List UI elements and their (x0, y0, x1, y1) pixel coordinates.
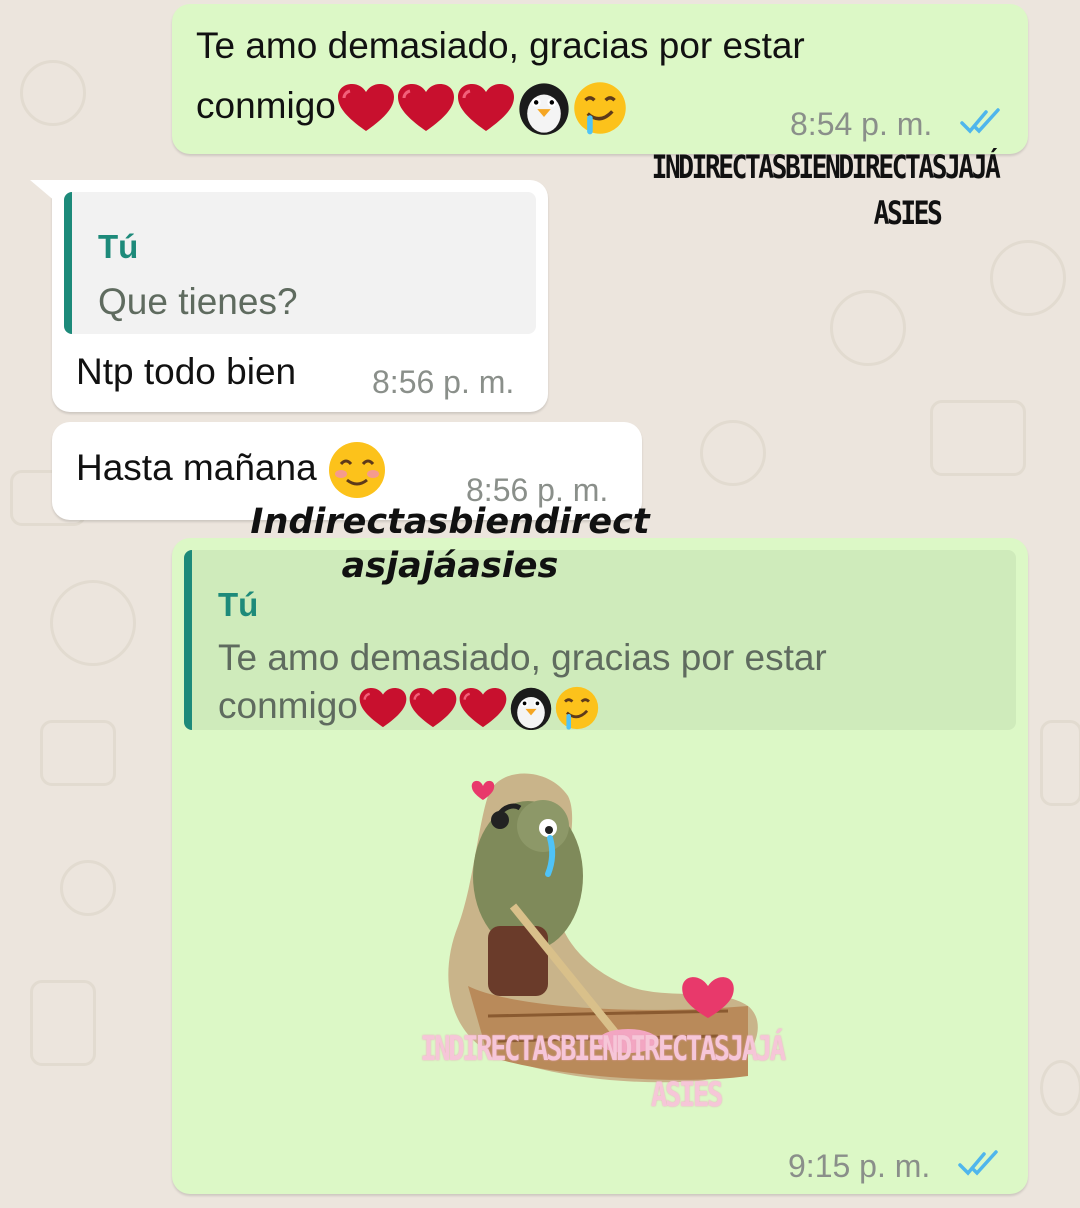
drooling-face-icon (572, 80, 628, 136)
red-heart-icon (396, 83, 456, 133)
read-double-check-icon (960, 108, 1004, 136)
message-time: 8:54 p. m. (790, 106, 933, 142)
wallpaper-doodle (40, 720, 116, 786)
wallpaper-doodle (50, 580, 136, 666)
red-heart-icon (456, 83, 516, 133)
wallpaper-doodle (1040, 720, 1080, 806)
watermark-text: INDIRECTASBIENDIRECTASJAJÁ ASIES (651, 148, 1001, 232)
wallpaper-doodle (700, 420, 766, 486)
drooling-face-icon (554, 685, 600, 730)
quote-text: Te amo demasiado, gracias por estar conm… (218, 634, 998, 730)
quote-accent-bar (184, 550, 192, 730)
bubble-tail (30, 180, 56, 202)
smiling-face-icon (327, 440, 387, 500)
wallpaper-doodle (30, 980, 96, 1066)
red-heart-icon (358, 687, 408, 729)
penguin-icon (516, 80, 572, 136)
wallpaper-doodle (990, 240, 1066, 316)
message-bubble-outgoing[interactable]: Te amo demasiado, gracias por estar conm… (172, 4, 1028, 154)
red-heart-icon (458, 687, 508, 729)
message-text: Ntp todo bien (76, 351, 297, 392)
red-heart-icon (336, 83, 396, 133)
quote-author: Tú (218, 586, 259, 623)
quoted-message[interactable]: Tú Que tienes? (64, 192, 536, 334)
quote-accent-bar (64, 192, 72, 334)
penguin-icon (508, 685, 554, 730)
message-time: 8:56 p. m. (372, 364, 515, 400)
message-bubble-incoming[interactable]: Tú Que tienes? Ntp todo bien 8:56 p. m. (30, 180, 548, 412)
wallpaper-doodle (830, 290, 906, 366)
watermark-text: INDIRECTASBIENDIRECTASJAJÁ ASIES (420, 1029, 786, 1115)
quote-author: Tú (98, 228, 139, 265)
wallpaper-doodle (60, 860, 116, 916)
wallpaper-doodle (1040, 1060, 1080, 1116)
red-heart-icon (408, 687, 458, 729)
wallpaper-doodle (20, 60, 86, 126)
watermark-text: Indirectasbiendirect asjajáasies (250, 502, 650, 586)
message-text: Hasta mañana (76, 438, 387, 500)
message-time: 9:15 p. m. (788, 1148, 931, 1184)
wallpaper-doodle (930, 400, 1026, 476)
read-double-check-icon (958, 1150, 1002, 1178)
quote-text: Que tienes? (98, 281, 298, 322)
